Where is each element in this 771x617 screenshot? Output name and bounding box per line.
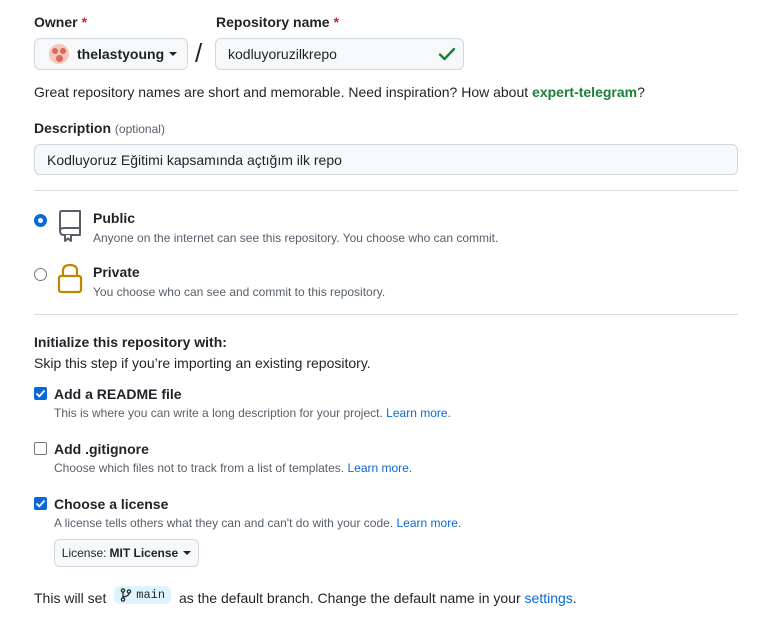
owner-username: thelastyoung <box>77 46 165 62</box>
divider <box>34 190 738 191</box>
gitignore-description: Choose which files not to track from a l… <box>54 461 413 475</box>
branch-badge: main <box>114 586 172 604</box>
license-description: A license tells others what they can and… <box>54 516 462 530</box>
license-checkbox[interactable] <box>34 497 47 510</box>
gitignore-checkbox[interactable] <box>34 442 47 455</box>
owner-repo-separator: / <box>195 38 203 68</box>
license-title: Choose a license <box>54 496 169 512</box>
public-title: Public <box>93 210 136 226</box>
optional-hint: (optional) <box>114 122 165 136</box>
avatar <box>49 44 69 64</box>
divider <box>34 314 738 315</box>
required-mark: * <box>333 14 340 30</box>
checkmark-icon <box>35 389 46 398</box>
private-description: You choose who can see and commit to thi… <box>93 285 386 299</box>
gitignore-title: Add .gitignore <box>54 441 149 457</box>
license-select-button[interactable]: License: MIT License <box>54 539 199 567</box>
description-label: Description (optional) <box>34 120 165 136</box>
readme-title: Add a README file <box>54 386 182 402</box>
name-suggestion[interactable]: expert-telegram <box>532 84 637 100</box>
caret-down-icon <box>183 551 192 555</box>
init-heading: Initialize this repository with: <box>34 334 227 350</box>
caret-down-icon <box>169 52 178 56</box>
settings-link[interactable]: settings <box>525 590 573 606</box>
owner-select-button[interactable]: thelastyoung <box>34 38 188 70</box>
license-value: MIT License <box>109 546 179 560</box>
license-learn-more-link[interactable]: Learn more. <box>397 516 462 530</box>
repo-name-label: Repository name * <box>216 14 340 30</box>
description-input[interactable] <box>34 144 738 175</box>
repo-book-icon <box>59 210 81 242</box>
readme-learn-more-link[interactable]: Learn more. <box>386 406 451 420</box>
repo-name-input[interactable] <box>215 38 464 70</box>
private-title: Private <box>93 264 140 280</box>
readme-description: This is where you can write a long descr… <box>54 406 451 420</box>
checkmark-icon <box>35 499 46 508</box>
gitignore-learn-more-link[interactable]: Learn more. <box>347 461 412 475</box>
check-icon <box>438 47 456 61</box>
public-radio[interactable] <box>34 214 47 227</box>
public-description: Anyone on the internet can see this repo… <box>93 231 499 245</box>
required-mark: * <box>81 14 88 30</box>
owner-label: Owner * <box>34 14 88 30</box>
repo-name-help: Great repository names are short and mem… <box>34 84 645 100</box>
default-branch-note: This will set main as the default branch… <box>34 586 577 606</box>
private-radio[interactable] <box>34 268 47 281</box>
git-branch-icon <box>120 588 132 602</box>
readme-checkbox[interactable] <box>34 387 47 400</box>
init-subheading: Skip this step if you’re importing an ex… <box>34 355 371 371</box>
lock-icon <box>57 263 83 294</box>
